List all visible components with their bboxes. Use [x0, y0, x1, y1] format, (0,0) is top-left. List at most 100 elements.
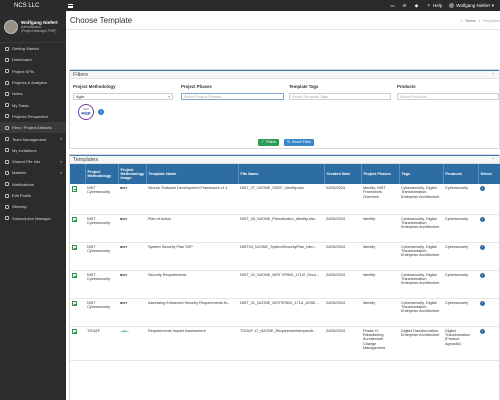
sidebar-item-label: Notes	[12, 91, 23, 97]
templates-panel-header[interactable]: Templates ⌃	[70, 155, 499, 164]
phases-select[interactable]: Select Project Phases	[181, 93, 284, 100]
sidebar-item-label: Sitemap	[12, 204, 27, 210]
document-icon[interactable]	[72, 244, 77, 250]
chevron-up-icon[interactable]: ⌃	[492, 157, 495, 162]
col-header-tags[interactable]: Tags	[399, 164, 444, 184]
methodology-label: Project Methodology	[73, 84, 116, 89]
cell-file-name: NIST_07_N2ONE_SSDF_Identify.xlsx	[238, 184, 324, 215]
cell-products: Cybersecurity	[443, 184, 478, 215]
sidebar-item-projects-perspective[interactable]: Projects Perspective	[0, 111, 66, 122]
nist-logo: NIST	[120, 216, 128, 221]
methodology-select[interactable]: Agile ▾	[73, 93, 173, 100]
sidebar: Wolfgang Niefert Administrator (Project …	[0, 11, 66, 400]
apply-filters-button[interactable]: ✓ Filters	[258, 139, 280, 146]
products-select[interactable]: Select Products	[397, 93, 499, 100]
document-icon[interactable]	[72, 272, 77, 278]
document-icon[interactable]	[72, 328, 77, 334]
sidebar-item-projects-analytics[interactable]: Projects & Analytics	[0, 77, 66, 88]
col-header-template-name[interactable]: Template Name	[146, 164, 239, 184]
phases-placeholder: Select Project Phases	[184, 95, 222, 99]
profile-role-detail: (Project Manager PMP)	[21, 29, 57, 33]
check-icon: ✓	[261, 140, 265, 144]
note-icon	[5, 91, 9, 96]
help-label: Help	[433, 3, 443, 8]
sidebar-item-shared-file-info[interactable]: Shared File Info ▾	[0, 156, 66, 167]
select-arrow-icon[interactable]: ›	[480, 272, 485, 278]
reset-filter-button[interactable]: ↻ Reset Filter	[284, 139, 315, 146]
sidebar-item-my-invitations[interactable]: My Invitations	[0, 145, 66, 156]
user-menu[interactable]: Wolfgang Niefert ▾	[449, 3, 494, 9]
cell-products: Cybersecurity	[443, 298, 478, 327]
cell-methodology: NIST Cybersecurity	[85, 270, 118, 299]
sidebar-item-subscription-manager[interactable]: Subscription Manager	[0, 212, 66, 223]
chevron-down-icon: ▾	[60, 137, 62, 142]
sidebar-item-label: Projects & Analytics	[12, 80, 48, 86]
document-icon[interactable]	[72, 216, 77, 222]
sidebar-item-masters[interactable]: Masters ▾	[0, 167, 66, 178]
cell-created-date: 04/05/2024	[324, 326, 361, 361]
sitemap-icon	[5, 204, 9, 209]
cell-products: Digital Transformation (Product Agnostic…	[443, 326, 478, 361]
cell-tags: Cybersecurity, Digital Transformation, E…	[399, 242, 443, 271]
cell-phases: Identify, NIST Framework Overview	[361, 184, 399, 215]
breadcrumb-home[interactable]: Home	[465, 19, 475, 23]
document-icon[interactable]	[72, 186, 77, 192]
col-header-methodology[interactable]: Project Methodology	[85, 164, 119, 184]
brand-name[interactable]: NCS LLC	[0, 3, 66, 9]
sidebar-item-label: Shared File Info	[12, 159, 41, 165]
chevron-up-icon[interactable]: ⌃	[492, 72, 495, 77]
tags-label: Template Tags	[289, 84, 319, 89]
select-arrow-icon[interactable]: ›	[480, 244, 485, 250]
messages-icon[interactable]: ✉	[402, 3, 407, 8]
cell-template-name: Assessing Enhanced Security Requirements…	[146, 298, 238, 327]
sidebar-item-files[interactable]: Files / Project Artifacts	[0, 122, 66, 134]
col-header-icon	[70, 164, 86, 184]
document-icon[interactable]	[72, 300, 77, 306]
sidebar-item-notes[interactable]: Notes	[0, 88, 66, 99]
cell-methodology: TOGAF	[85, 326, 118, 361]
cell-phases: Identify	[361, 242, 399, 271]
sidebar-item-project-kpis[interactable]: Project KPIs	[0, 66, 66, 77]
notifications-icon[interactable]: ◆	[414, 3, 419, 8]
chevron-down-icon: ▾	[168, 95, 170, 99]
sidebar-item-sitemap[interactable]: Sitemap	[0, 201, 66, 212]
cell-file-name: NIST_05_N2ONE_PlanofAction_Identify.xlsx	[238, 214, 324, 243]
cell-template-name: Secure Software Development Framework v1…	[146, 184, 238, 215]
sidebar-item-label: Subscription Manager	[12, 215, 51, 221]
col-header-created-date[interactable]: Created Date	[324, 164, 362, 184]
col-header-products[interactable]: Products	[443, 164, 479, 184]
sidebar-item-team-management[interactable]: Team Management ▾	[0, 133, 66, 144]
col-header-methodology-image[interactable]: Project Methodology Image	[118, 164, 147, 184]
breadcrumb: ⌂ Home / Templates	[460, 19, 500, 23]
dashboard-icon	[5, 57, 9, 62]
sidebar-item-notifications[interactable]: Notifications	[0, 179, 66, 190]
info-icon[interactable]: i	[98, 109, 104, 115]
tags-select[interactable]: Select Template Tags	[289, 93, 391, 100]
table-row: TOGAF ~gen~ Requirements Impact Assessme…	[70, 326, 500, 361]
perspective-icon	[5, 114, 9, 119]
col-header-file-name[interactable]: File Name	[238, 164, 325, 184]
sidebar-item-dashboard[interactable]: Dashboard	[0, 54, 66, 65]
col-header-phases[interactable]: Project Phases	[361, 164, 400, 184]
select-arrow-icon[interactable]: ›	[480, 300, 485, 306]
help-link[interactable]: ? Help	[426, 3, 442, 8]
menu-toggle-icon[interactable]	[68, 3, 73, 8]
sidebar-item-my-tasks[interactable]: My Tasks	[0, 99, 66, 110]
phases-label: Project Phases	[181, 84, 212, 89]
filters-panel-title: Filters	[73, 71, 88, 78]
home-icon: ⌂	[460, 19, 463, 23]
chevron-down-icon: ▾	[60, 159, 62, 164]
sidebar-item-edit-profile[interactable]: Edit Profile	[0, 190, 66, 201]
subscription-icon	[5, 216, 9, 221]
select-arrow-icon[interactable]: ›	[480, 328, 485, 334]
select-arrow-icon[interactable]: ›	[480, 186, 485, 191]
reset-filter-label: Reset Filter	[291, 140, 312, 144]
templates-panel: Templates ⌃ Project Methodology Project …	[69, 154, 500, 400]
products-placeholder: Select Products	[400, 95, 427, 99]
table-row: NIST Cybersecurity NIST Assessing Enhanc…	[70, 298, 500, 327]
cell-template-name: Requirements Impact Assessment	[146, 326, 238, 361]
select-arrow-icon[interactable]: ›	[480, 216, 485, 222]
chat-icon[interactable]: ▭	[390, 3, 395, 8]
sidebar-item-getting-started[interactable]: Getting Started	[0, 43, 66, 54]
filters-panel-header[interactable]: Filters ⌃	[70, 70, 499, 79]
